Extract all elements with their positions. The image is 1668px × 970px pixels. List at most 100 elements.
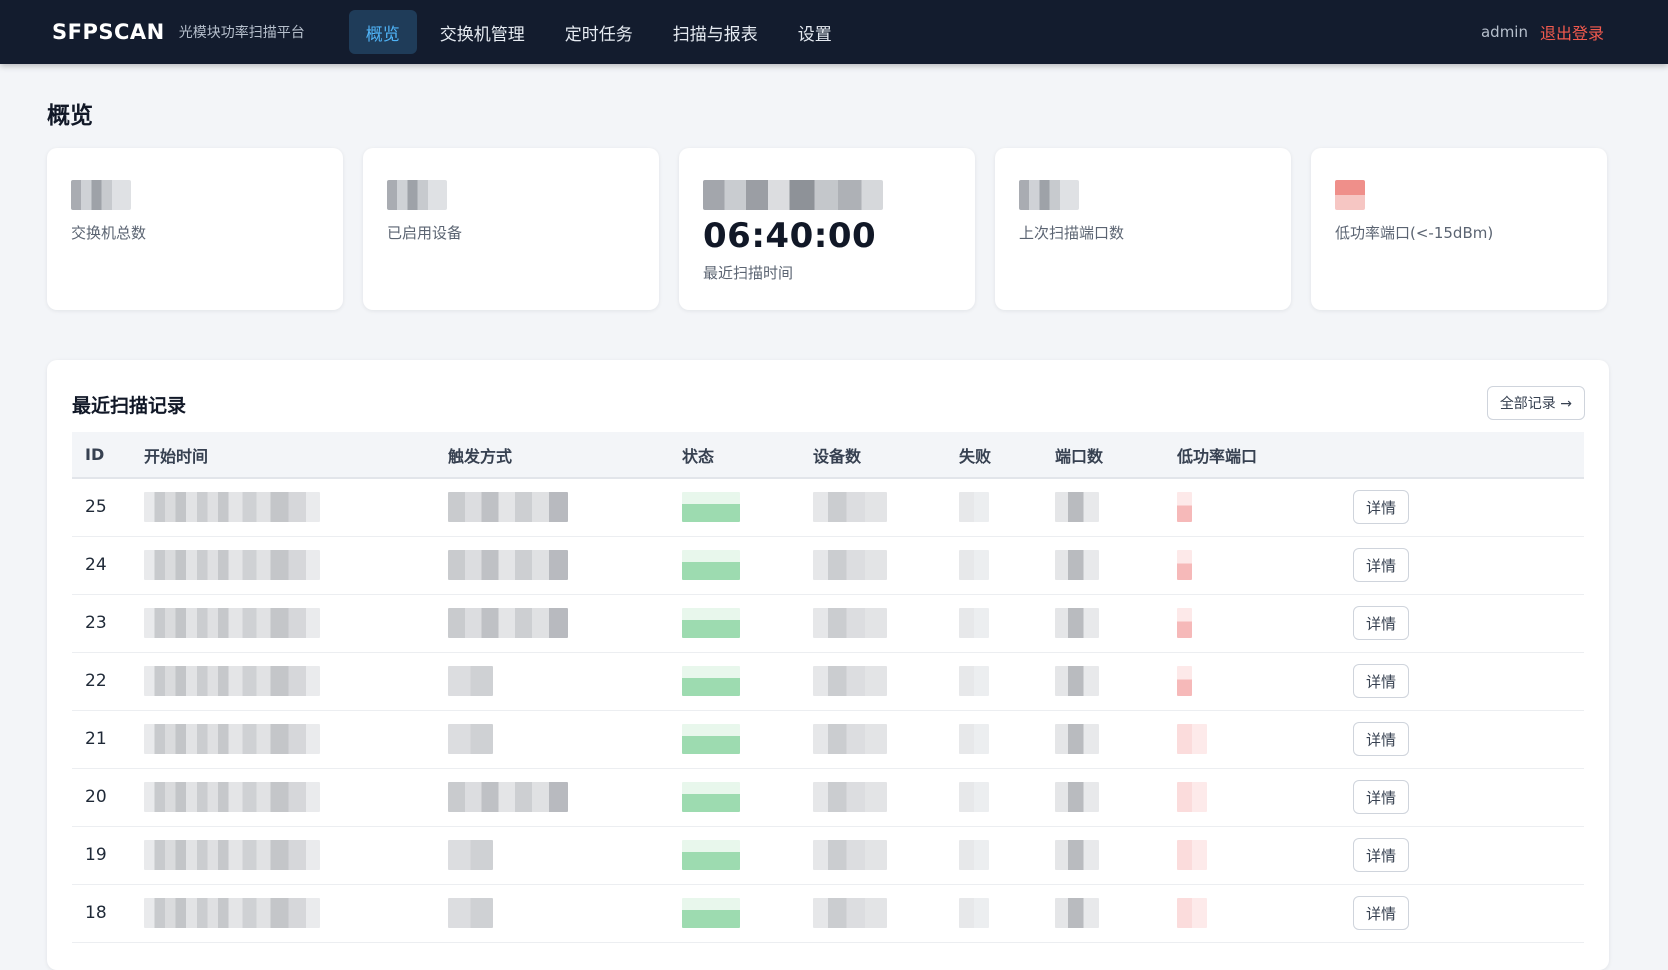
- column-header-low-power: 低功率端口: [1177, 446, 1258, 466]
- detail-button[interactable]: 详情: [1353, 490, 1410, 525]
- redacted-trigger: [448, 666, 493, 696]
- redacted-status: [682, 724, 740, 754]
- redacted-trigger: [448, 782, 568, 812]
- redacted-devices: [813, 550, 887, 580]
- column-header-start-time: 开始时间: [144, 446, 209, 466]
- redacted-ports: [1055, 724, 1099, 754]
- stat-label: 上次扫描端口数: [1019, 224, 1125, 242]
- redacted-value: [1335, 180, 1365, 210]
- redacted-failed: [959, 492, 989, 523]
- redacted-devices: [813, 782, 887, 812]
- redacted-trigger: [448, 724, 493, 754]
- redacted-trigger: [448, 492, 568, 523]
- table-row: 23 详情: [72, 594, 1584, 652]
- redacted-value: [1019, 180, 1079, 210]
- nav-scan-reports[interactable]: 扫描与报表: [656, 10, 775, 54]
- table-row: 25 详情: [72, 478, 1584, 536]
- redacted-value: [387, 180, 447, 210]
- redacted-status: [682, 898, 740, 928]
- stat-label: 低功率端口(<-15dBm): [1335, 224, 1494, 242]
- cell-id: 25: [85, 497, 107, 518]
- redacted-trigger: [448, 550, 568, 580]
- cell-id: 21: [85, 729, 107, 749]
- redacted-status: [682, 608, 740, 638]
- stat-card-total-switches: 交换机总数: [47, 148, 343, 310]
- redacted-low-power: [1177, 898, 1207, 928]
- redacted-devices: [813, 666, 887, 696]
- stat-card-last-scan-ports: 上次扫描端口数: [995, 148, 1291, 310]
- redacted-devices: [813, 724, 887, 754]
- column-header-trigger: 触发方式: [448, 446, 513, 466]
- brand-subtitle: 光模块功率扫描平台: [178, 25, 305, 41]
- column-header-devices: 设备数: [813, 446, 862, 466]
- redacted-trigger: [448, 840, 493, 870]
- redacted-devices: [813, 608, 887, 638]
- top-nav-bar: SFPSCAN 光模块功率扫描平台 概览 交换机管理 定时任务 扫描与报表 设置…: [0, 0, 1668, 64]
- redacted-ports: [1055, 608, 1099, 638]
- nav-settings[interactable]: 设置: [781, 10, 849, 54]
- stat-value: 06:40:00: [703, 216, 877, 256]
- cell-id: 18: [85, 903, 107, 923]
- redacted-low-power: [1177, 666, 1192, 696]
- cell-id: 23: [85, 613, 107, 633]
- redacted-trigger: [448, 898, 493, 928]
- redacted-status: [682, 492, 740, 523]
- detail-button[interactable]: 详情: [1353, 780, 1410, 814]
- redacted-low-power: [1177, 840, 1207, 870]
- redacted-failed: [959, 782, 989, 812]
- redacted-devices: [813, 840, 887, 870]
- redacted-ports: [1055, 550, 1099, 580]
- redacted-failed: [959, 608, 989, 638]
- stat-label: 已启用设备: [387, 224, 463, 242]
- scan-records-table: ID 开始时间 触发方式 状态 设备数 失败 端口数 低功率端口 25 详情 2…: [72, 432, 1584, 943]
- logout-link[interactable]: 退出登录: [1540, 20, 1604, 44]
- column-header-status: 状态: [682, 446, 715, 466]
- column-header-failed: 失败: [959, 446, 992, 466]
- main-nav: 概览 交换机管理 定时任务 扫描与报表 设置: [348, 0, 855, 64]
- detail-button[interactable]: 详情: [1353, 722, 1410, 756]
- redacted-start-time: [144, 898, 320, 928]
- redacted-low-power: [1177, 782, 1207, 812]
- table-row: 24 详情: [72, 536, 1584, 594]
- redacted-start-time: [144, 724, 320, 754]
- redacted-failed: [959, 724, 989, 754]
- stat-cards: 交换机总数 已启用设备 06:40:00 最近扫描时间 上次扫描端口数 低功率端…: [47, 148, 1609, 310]
- table-row: 18 详情: [72, 884, 1584, 942]
- cell-id: 24: [85, 555, 107, 575]
- column-header-ports: 端口数: [1055, 446, 1104, 466]
- detail-button[interactable]: 详情: [1353, 838, 1410, 872]
- all-records-button[interactable]: 全部记录 →: [1486, 386, 1585, 420]
- page-title: 概览: [47, 103, 93, 129]
- nav-overview[interactable]: 概览: [348, 10, 417, 54]
- redacted-ports: [1055, 782, 1099, 812]
- redacted-start-time: [144, 840, 320, 870]
- redacted-failed: [959, 840, 989, 870]
- redacted-low-power: [1177, 724, 1207, 754]
- table-row: 19 详情: [72, 826, 1584, 884]
- table-header-row: ID 开始时间 触发方式 状态 设备数 失败 端口数 低功率端口: [72, 432, 1584, 478]
- redacted-ports: [1055, 492, 1099, 523]
- redacted-start-time: [144, 608, 320, 638]
- nav-switch-management[interactable]: 交换机管理: [423, 10, 542, 54]
- detail-button[interactable]: 详情: [1353, 896, 1410, 930]
- detail-button[interactable]: 详情: [1353, 548, 1410, 582]
- redacted-status: [682, 666, 740, 696]
- redacted-low-power: [1177, 550, 1192, 580]
- redacted-start-time: [144, 550, 320, 580]
- redacted-failed: [959, 666, 989, 696]
- stat-card-enabled-devices: 已启用设备: [363, 148, 659, 310]
- recent-scans-panel: 最近扫描记录 全部记录 → ID 开始时间 触发方式 状态 设备数 失败 端口数…: [47, 360, 1609, 970]
- redacted-start-time: [144, 666, 320, 696]
- stat-card-low-power-ports: 低功率端口(<-15dBm): [1311, 148, 1607, 310]
- nav-scheduled-tasks[interactable]: 定时任务: [548, 10, 650, 54]
- redacted-devices: [813, 492, 887, 523]
- redacted-status: [682, 840, 740, 870]
- redacted-failed: [959, 550, 989, 580]
- brand-logo: SFPSCAN: [52, 20, 165, 44]
- detail-button[interactable]: 详情: [1353, 664, 1410, 698]
- detail-button[interactable]: 详情: [1353, 606, 1410, 640]
- cell-id: 19: [85, 845, 107, 865]
- redacted-ports: [1055, 666, 1099, 696]
- column-header-actions: [1353, 432, 1584, 478]
- redacted-status: [682, 550, 740, 580]
